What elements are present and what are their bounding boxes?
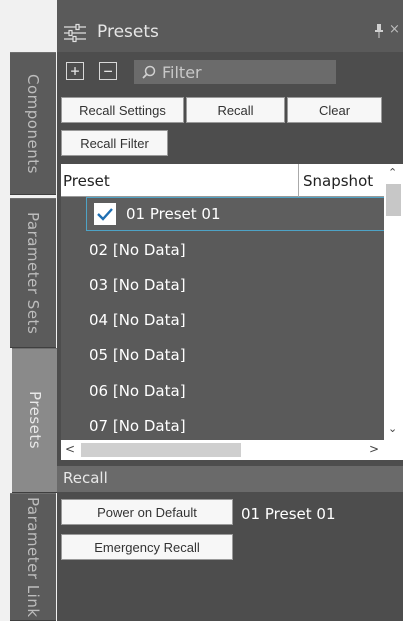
clear-button[interactable]: Clear bbox=[287, 97, 382, 123]
panel-title: Presets bbox=[97, 22, 159, 42]
row-label: 02 [No Data] bbox=[89, 241, 186, 259]
row-label: 01 Preset 01 bbox=[126, 205, 221, 223]
remove-preset-button[interactable]: − bbox=[99, 62, 117, 80]
table-row[interactable]: 07 [No Data] bbox=[86, 409, 384, 443]
side-tab-parameter-sets[interactable]: Parameter Sets bbox=[10, 198, 56, 348]
preset-toolbar: + − Filter bbox=[57, 58, 403, 88]
vertical-scrollbar[interactable]: ⌃ ⌄ bbox=[384, 164, 403, 440]
button-label: Clear bbox=[318, 102, 351, 118]
button-label: Recall Filter bbox=[80, 135, 149, 151]
side-tab-label: Parameter Sets bbox=[24, 211, 42, 335]
side-tab-label: Presets bbox=[26, 391, 44, 450]
emergency-recall-button[interactable]: Emergency Recall bbox=[61, 534, 233, 560]
scroll-thumb[interactable] bbox=[81, 443, 241, 457]
side-tab-label: Components bbox=[24, 73, 42, 174]
recall-section-title: Recall bbox=[63, 469, 108, 487]
close-icon[interactable]: × bbox=[389, 22, 400, 37]
side-tab-label: Parameter Link bbox=[24, 496, 42, 618]
button-label: Recall bbox=[217, 102, 254, 118]
row-label: 06 [No Data] bbox=[89, 382, 186, 400]
scroll-corner bbox=[384, 440, 403, 460]
table-row[interactable]: 04 [No Data] bbox=[86, 303, 384, 337]
power-on-default-button[interactable]: Power on Default bbox=[61, 499, 233, 525]
table-row[interactable]: 03 [No Data] bbox=[86, 268, 384, 302]
row-label: 03 [No Data] bbox=[89, 276, 186, 294]
pin-icon[interactable] bbox=[375, 24, 383, 38]
column-header-snapshot[interactable]: Snapshot bbox=[298, 164, 384, 197]
filter-placeholder: Filter bbox=[162, 62, 202, 82]
add-preset-button[interactable]: + bbox=[66, 62, 84, 80]
search-icon bbox=[142, 65, 156, 79]
recall-button[interactable]: Recall bbox=[186, 97, 285, 123]
power-on-default-value: 01 Preset 01 bbox=[241, 505, 336, 523]
preset-table: Preset Snapshot 01 Preset 01 02 [No Data… bbox=[61, 164, 384, 460]
side-tab-strip: Components Parameter Sets Presets Parame… bbox=[0, 0, 58, 621]
recall-filter-button[interactable]: Recall Filter bbox=[61, 130, 168, 156]
chevron-down-icon[interactable]: ⌄ bbox=[388, 422, 397, 435]
table-row-selected[interactable]: 01 Preset 01 bbox=[86, 197, 384, 231]
preset-checkbox[interactable] bbox=[94, 203, 116, 225]
presets-panel: Presets × + − Filter Recall Settings Rec… bbox=[57, 0, 403, 621]
side-tab-components[interactable]: Components bbox=[10, 52, 56, 195]
presets-icon bbox=[64, 23, 86, 43]
side-tab-parameter-link[interactable]: Parameter Link bbox=[10, 493, 56, 621]
horizontal-scrollbar[interactable]: < > bbox=[61, 440, 384, 460]
table-header: Preset Snapshot bbox=[61, 164, 384, 197]
button-label: Emergency Recall bbox=[94, 539, 200, 555]
remove-icon: − bbox=[103, 61, 113, 80]
scroll-thumb[interactable] bbox=[386, 184, 401, 216]
row-label: 07 [No Data] bbox=[89, 417, 186, 435]
column-header-preset[interactable]: Preset bbox=[63, 172, 110, 190]
button-label: Recall Settings bbox=[79, 102, 166, 118]
check-icon bbox=[97, 208, 113, 221]
row-label: 05 [No Data] bbox=[89, 346, 186, 364]
chevron-left-icon[interactable]: < bbox=[65, 442, 75, 456]
add-icon: + bbox=[70, 61, 80, 80]
table-row[interactable]: 06 [No Data] bbox=[86, 374, 384, 408]
chevron-right-icon[interactable]: > bbox=[369, 442, 379, 456]
panel-titlebar: Presets × bbox=[57, 0, 403, 52]
side-tab-presets[interactable]: Presets bbox=[12, 348, 58, 493]
chevron-up-icon[interactable]: ⌃ bbox=[388, 166, 397, 179]
row-label: 04 [No Data] bbox=[89, 311, 186, 329]
recall-section-header: Recall bbox=[57, 466, 403, 492]
table-row[interactable]: 02 [No Data] bbox=[86, 233, 384, 267]
recall-settings-button[interactable]: Recall Settings bbox=[61, 97, 184, 123]
button-label: Power on Default bbox=[97, 504, 197, 520]
filter-input[interactable]: Filter bbox=[134, 60, 336, 84]
table-row[interactable]: 05 [No Data] bbox=[86, 338, 384, 372]
